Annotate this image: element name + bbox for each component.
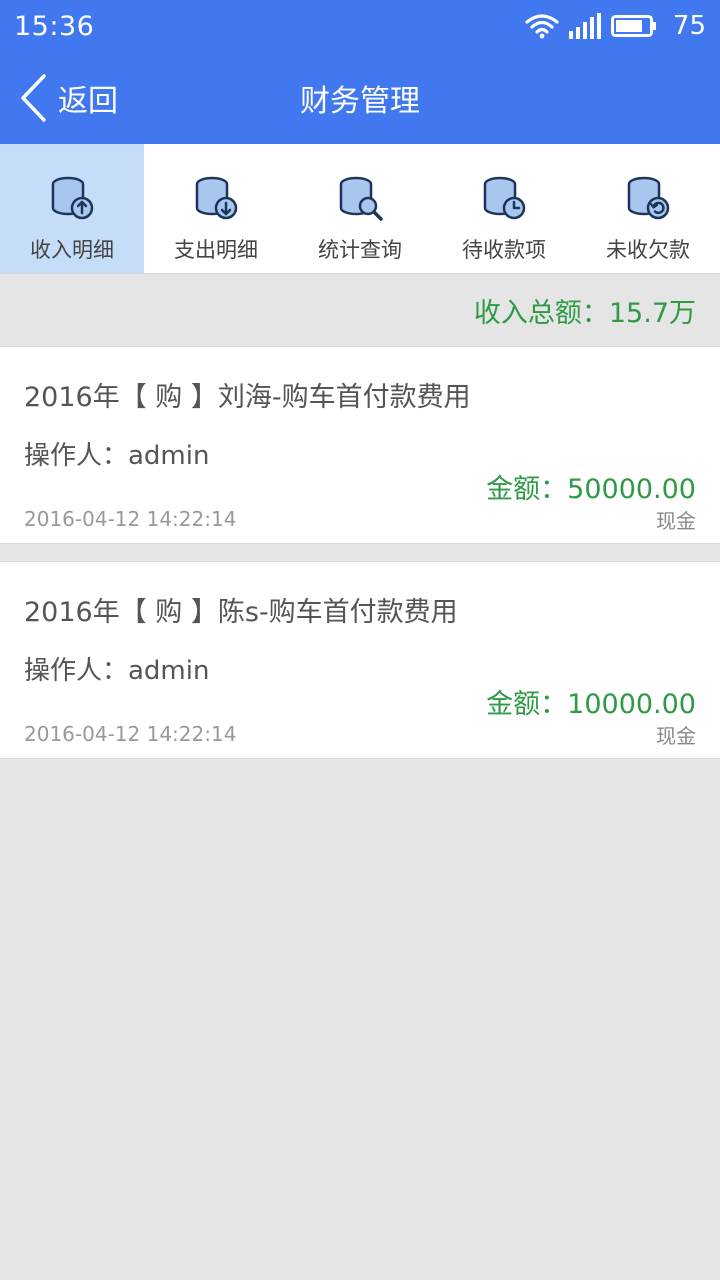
back-button[interactable]: 返回 <box>18 52 118 144</box>
tab-pending-receivables[interactable]: 待收款项 <box>432 144 576 273</box>
record-amount: 金额：10000.00 <box>486 689 696 720</box>
income-total-text: 收入总额：15.7万 <box>473 297 696 329</box>
back-label: 返回 <box>58 84 118 119</box>
tab-bar: 收入明细 支出明细 统计查询 待收款项 未收欠款 <box>0 144 720 274</box>
record-amount: 金额：50000.00 <box>486 474 696 505</box>
tab-unpaid-debts[interactable]: 未收欠款 <box>576 144 720 273</box>
expense-coins-icon <box>195 176 238 220</box>
tab-expense-details[interactable]: 支出明细 <box>144 144 288 273</box>
tab-income-details[interactable]: 收入明细 <box>0 144 144 273</box>
overdue-coins-icon <box>627 176 670 220</box>
tab-label: 统计查询 <box>318 238 402 262</box>
tab-label: 未收欠款 <box>606 238 690 262</box>
record-date: 2016-04-12 14:22:14 <box>24 722 237 746</box>
tab-label: 支出明细 <box>174 238 258 262</box>
wifi-icon <box>525 14 559 39</box>
record-operator: 操作人：admin <box>24 656 210 686</box>
tab-label: 待收款项 <box>462 238 546 262</box>
list-item[interactable]: 2016年【 购 】陈s-购车首付款费用 操作人：admin 金额：10000.… <box>0 561 720 759</box>
record-operator: 操作人：admin <box>24 441 210 471</box>
income-total: 收入总额：15.7万 <box>0 274 720 346</box>
nav-bar: 返回 财务管理 <box>0 52 720 144</box>
tab-statistics-query[interactable]: 统计查询 <box>288 144 432 273</box>
record-payment-method: 现金 <box>656 724 696 748</box>
battery-percent: 75 <box>672 11 706 41</box>
status-icons: 75 <box>525 11 706 41</box>
record-title: 2016年【 购 】陈s-购车首付款费用 <box>24 597 458 628</box>
signal-icon <box>568 13 601 39</box>
list-item[interactable]: 2016年【 购 】刘海-购车首付款费用 操作人：admin 金额：50000.… <box>0 346 720 544</box>
record-date: 2016-04-12 14:22:14 <box>24 507 237 531</box>
battery-icon <box>610 15 656 37</box>
income-coins-icon <box>51 176 94 220</box>
tab-label: 收入明细 <box>30 238 114 262</box>
record-title: 2016年【 购 】刘海-购车首付款费用 <box>24 382 471 413</box>
stats-search-coins-icon <box>339 176 383 221</box>
chevron-left-icon <box>21 74 46 122</box>
record-payment-method: 现金 <box>656 509 696 533</box>
status-bar: 15:36 75 <box>0 0 720 52</box>
status-time: 15:36 <box>14 10 95 42</box>
pending-clock-coins-icon <box>483 176 526 220</box>
